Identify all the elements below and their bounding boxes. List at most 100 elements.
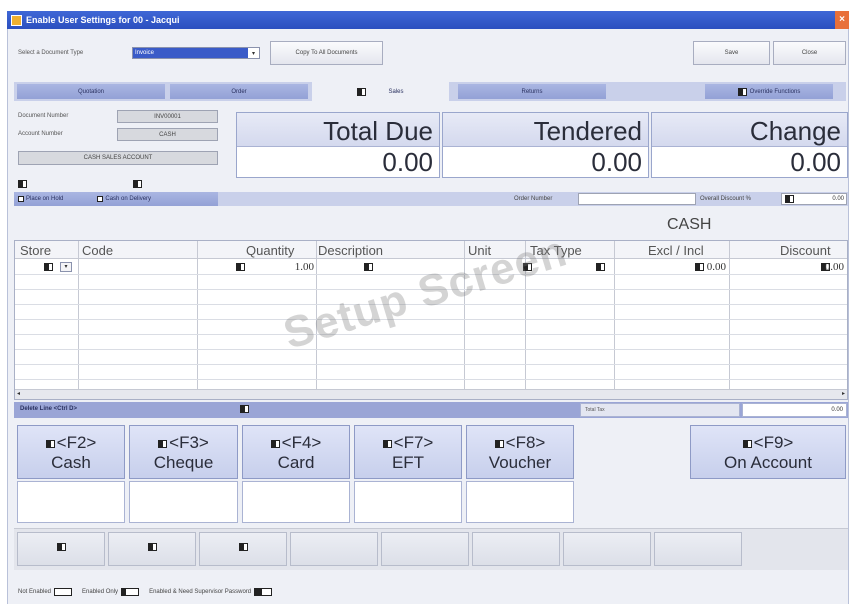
voucher-label: Voucher <box>488 453 552 472</box>
tab-order[interactable]: Order <box>170 84 308 99</box>
account-number-label: Account Number <box>18 131 63 137</box>
total-tax-label: Total Tax <box>585 407 605 413</box>
card-tender-button[interactable]: <F4> Card <box>242 425 350 479</box>
bottom-action-button-4[interactable] <box>290 532 378 566</box>
grid-horizontal-scrollbar[interactable]: ◂ ▸ <box>15 389 847 399</box>
document-number-field: INV00001 <box>117 110 218 123</box>
account-name-field: CASH SALES ACCOUNT <box>18 151 218 165</box>
document-number-label: Document Number <box>18 113 69 119</box>
account-number-field[interactable]: CASH <box>117 128 218 141</box>
discount-value: 0.00 <box>824 261 844 273</box>
tendered-label: Tendered <box>443 113 648 147</box>
grid-header <box>15 241 847 259</box>
legend-not-enabled-icon <box>54 588 73 596</box>
save-button[interactable]: Save <box>693 41 770 65</box>
override-label: Override Functions <box>749 88 801 95</box>
store-dropdown-chevron-icon[interactable]: ▾ <box>60 262 72 272</box>
eft-setting-checkbox[interactable] <box>382 440 392 448</box>
bottom-action-button-7[interactable] <box>563 532 651 566</box>
col-header-description[interactable]: Description <box>318 243 383 258</box>
cheque-setting-checkbox[interactable] <box>158 440 168 448</box>
eft-tender-button[interactable]: <F7> EFT <box>354 425 462 479</box>
overall-discount-input[interactable]: 0.00 <box>781 193 847 205</box>
cash-amount-input[interactable] <box>17 481 125 523</box>
eft-amount-input[interactable] <box>354 481 462 523</box>
tab-sales-label: Sales <box>388 88 404 95</box>
place-on-hold-setting-checkbox[interactable] <box>18 180 27 188</box>
tab-sales[interactable]: Sales <box>312 82 449 101</box>
override-checkbox[interactable] <box>737 87 747 96</box>
cash-setting-checkbox[interactable] <box>45 440 55 448</box>
close-button[interactable]: Close <box>773 41 846 65</box>
tendered-panel: Tendered 0.00 <box>442 112 649 178</box>
col-header-excl-incl[interactable]: Excl / Incl <box>648 243 704 258</box>
bottom-action-button-5[interactable] <box>381 532 469 566</box>
scroll-right-icon[interactable]: ▸ <box>842 390 845 397</box>
card-fkey: <F4> <box>281 433 322 452</box>
legend-not-enabled: Not Enabled <box>18 589 52 595</box>
on-account-setting-checkbox[interactable] <box>742 440 752 448</box>
voucher-amount-input[interactable] <box>466 481 574 523</box>
eft-fkey: <F7> <box>393 433 434 452</box>
tax-type-setting-checkbox[interactable] <box>595 263 605 271</box>
on-account-tender-button[interactable]: <F9> On Account <box>690 425 846 479</box>
cash-tender-button[interactable]: <F2> Cash <box>17 425 125 479</box>
bottom-action-button-1[interactable] <box>17 532 105 566</box>
quantity-setting-checkbox[interactable] <box>235 263 245 271</box>
col-header-store[interactable]: Store <box>20 243 51 258</box>
options-bar: Place on Hold Cash on Delivery <box>14 192 218 206</box>
bottom-action-1-checkbox[interactable] <box>56 543 66 551</box>
description-setting-checkbox[interactable] <box>363 263 373 271</box>
cheque-amount-input[interactable] <box>129 481 238 523</box>
col-header-discount[interactable]: Discount <box>780 243 831 258</box>
on-account-label: On Account <box>724 453 812 472</box>
card-setting-checkbox[interactable] <box>270 440 280 448</box>
doc-type-value: Invoice <box>133 48 248 58</box>
cash-on-delivery-checkbox[interactable] <box>97 196 104 202</box>
chevron-down-icon[interactable]: ▾ <box>248 50 259 57</box>
copy-to-all-button[interactable]: Copy To All Documents <box>270 41 383 65</box>
voucher-setting-checkbox[interactable] <box>494 440 504 448</box>
cash-label: Cash <box>51 453 91 472</box>
overall-discount-setting-checkbox[interactable] <box>785 195 794 203</box>
delete-line-setting-checkbox[interactable] <box>239 405 249 413</box>
tab-returns[interactable]: Returns <box>458 84 606 99</box>
bottom-action-3-checkbox[interactable] <box>238 543 248 551</box>
change-label: Change <box>652 113 847 147</box>
col-header-code[interactable]: Code <box>82 243 113 258</box>
total-due-value: 0.00 <box>382 147 433 177</box>
window-close-button[interactable]: × <box>835 11 849 29</box>
bottom-action-button-6[interactable] <box>472 532 560 566</box>
card-amount-input[interactable] <box>242 481 350 523</box>
legend-enabled-only: Enabled Only <box>82 589 119 595</box>
cheque-tender-button[interactable]: <F3> Cheque <box>129 425 238 479</box>
col-header-quantity[interactable]: Quantity <box>246 243 294 258</box>
sales-setting-checkbox[interactable] <box>357 87 367 96</box>
override-functions-tab[interactable]: Override Functions <box>705 84 833 99</box>
bottom-action-2-checkbox[interactable] <box>147 543 157 551</box>
tab-quotation[interactable]: Quotation <box>17 84 165 99</box>
tendered-value: 0.00 <box>591 147 642 177</box>
bottom-action-button-2[interactable] <box>108 532 196 566</box>
app-icon <box>11 14 22 26</box>
store-setting-checkbox[interactable] <box>43 263 53 271</box>
total-due-label: Total Due <box>237 113 439 147</box>
total-due-panel: Total Due 0.00 <box>236 112 440 178</box>
cheque-label: Cheque <box>153 453 214 472</box>
scroll-left-icon[interactable]: ◂ <box>17 390 20 397</box>
title-bar: Enable User Settings for 00 - Jacqui × <box>7 11 849 29</box>
bottom-action-button-3[interactable] <box>199 532 287 566</box>
order-number-label: Order Number <box>514 196 553 202</box>
place-on-hold-checkbox[interactable] <box>18 196 24 202</box>
on-account-fkey: <F9> <box>753 433 794 452</box>
quantity-value: 1.00 <box>294 261 314 273</box>
cash-on-delivery-setting-checkbox[interactable] <box>132 180 142 188</box>
legend-enabled-password-icon <box>254 588 273 596</box>
doc-type-select[interactable]: Invoice ▾ <box>132 47 260 59</box>
order-number-input[interactable] <box>578 193 696 205</box>
voucher-fkey: <F8> <box>505 433 546 452</box>
bottom-action-button-8[interactable] <box>654 532 742 566</box>
doc-type-label: Select a Document Type <box>18 50 84 56</box>
voucher-tender-button[interactable]: <F8> Voucher <box>466 425 574 479</box>
customer-band <box>14 208 848 241</box>
